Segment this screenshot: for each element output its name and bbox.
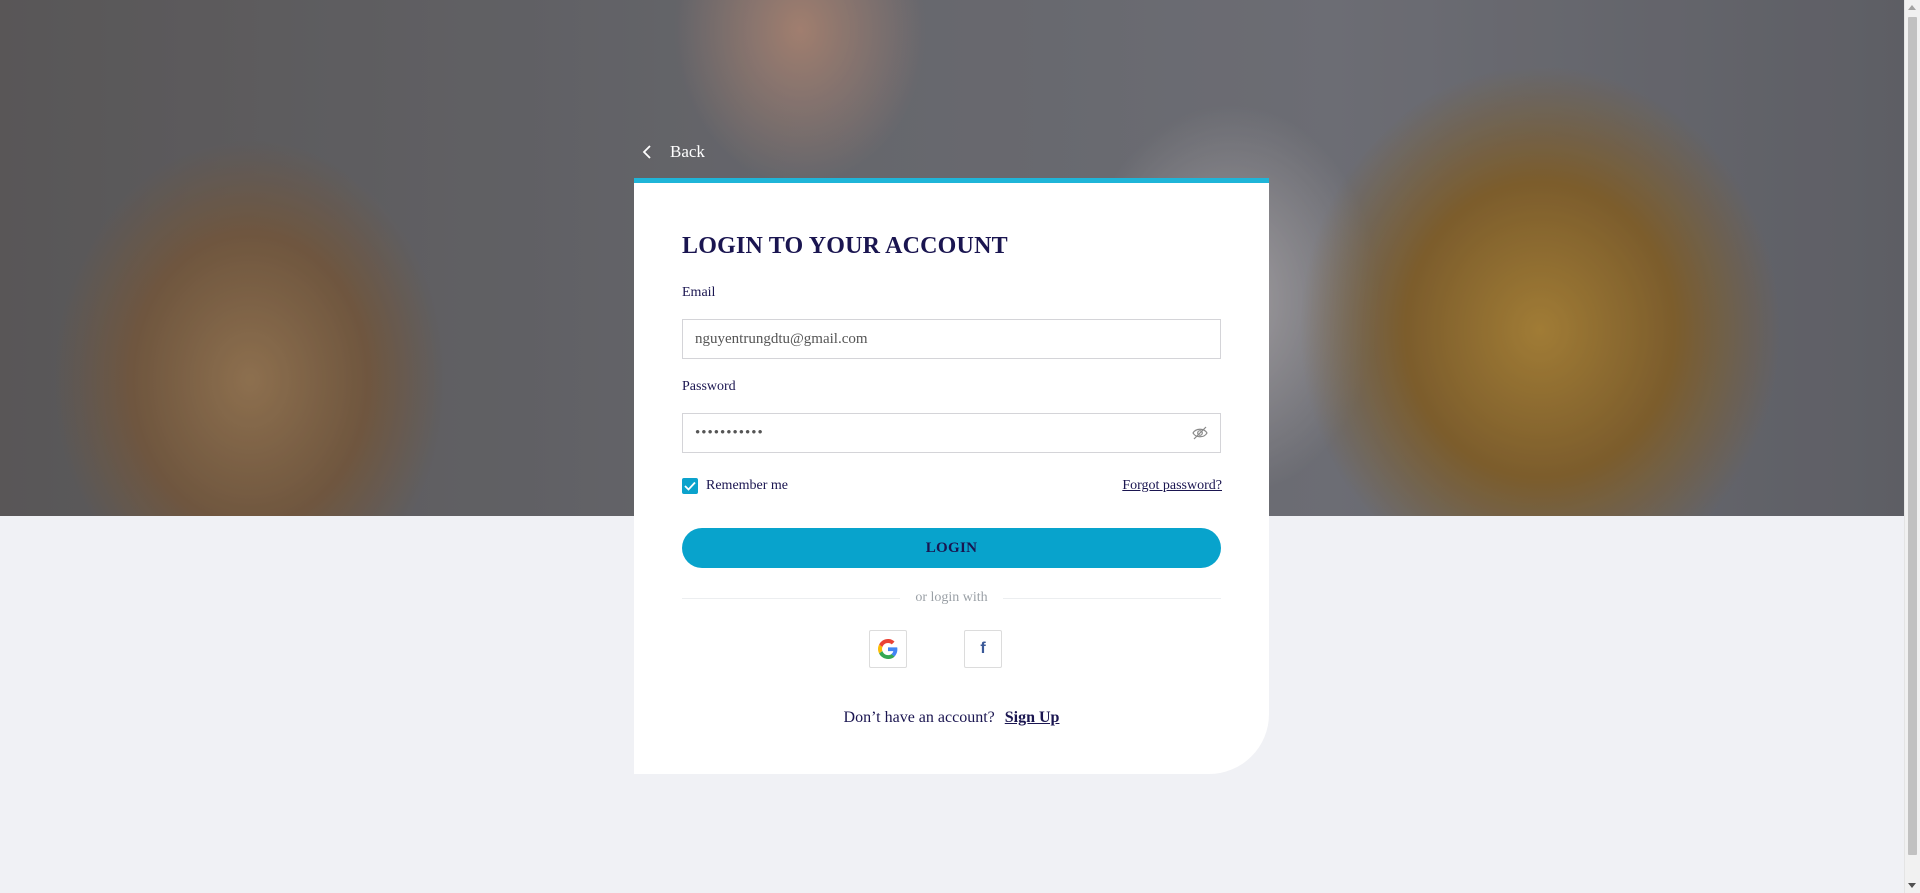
scroll-down-arrow-icon[interactable] [1908,883,1916,888]
login-card: LOGIN TO YOUR ACCOUNT Email Password Rem… [634,178,1269,774]
remember-checkbox[interactable] [682,478,698,494]
password-wrapper [682,413,1221,453]
signup-row: Don’t have an account? Sign Up [634,709,1269,727]
login-button[interactable]: LOGIN [682,528,1221,568]
email-label: Email [682,285,716,300]
chevron-left-icon [642,145,651,159]
divider-line-right [1003,598,1221,599]
social-divider: or login with [682,590,1221,606]
signup-prompt: Don’t have an account? [843,709,995,726]
eye-off-icon[interactable] [1191,424,1209,442]
forgot-password-link[interactable]: Forgot password? [1122,478,1222,494]
back-button[interactable]: Back [642,142,705,162]
facebook-login-button[interactable]: f [964,630,1002,668]
remember-me[interactable]: Remember me [682,478,788,494]
password-label: Password [682,379,736,394]
google-icon [878,639,898,659]
scrollbar-thumb[interactable] [1908,17,1917,855]
checkmark-icon [684,481,696,491]
google-login-button[interactable] [869,630,907,668]
remember-label: Remember me [706,478,789,493]
facebook-icon: f [980,640,986,657]
back-label: Back [670,142,705,161]
email-field[interactable] [682,319,1221,359]
password-field[interactable] [682,413,1221,453]
page-title: LOGIN TO YOUR ACCOUNT [682,233,1008,259]
scroll-up-arrow-icon[interactable] [1908,5,1916,10]
vertical-scrollbar[interactable] [1904,0,1920,893]
signup-link[interactable]: Sign Up [1005,709,1060,726]
